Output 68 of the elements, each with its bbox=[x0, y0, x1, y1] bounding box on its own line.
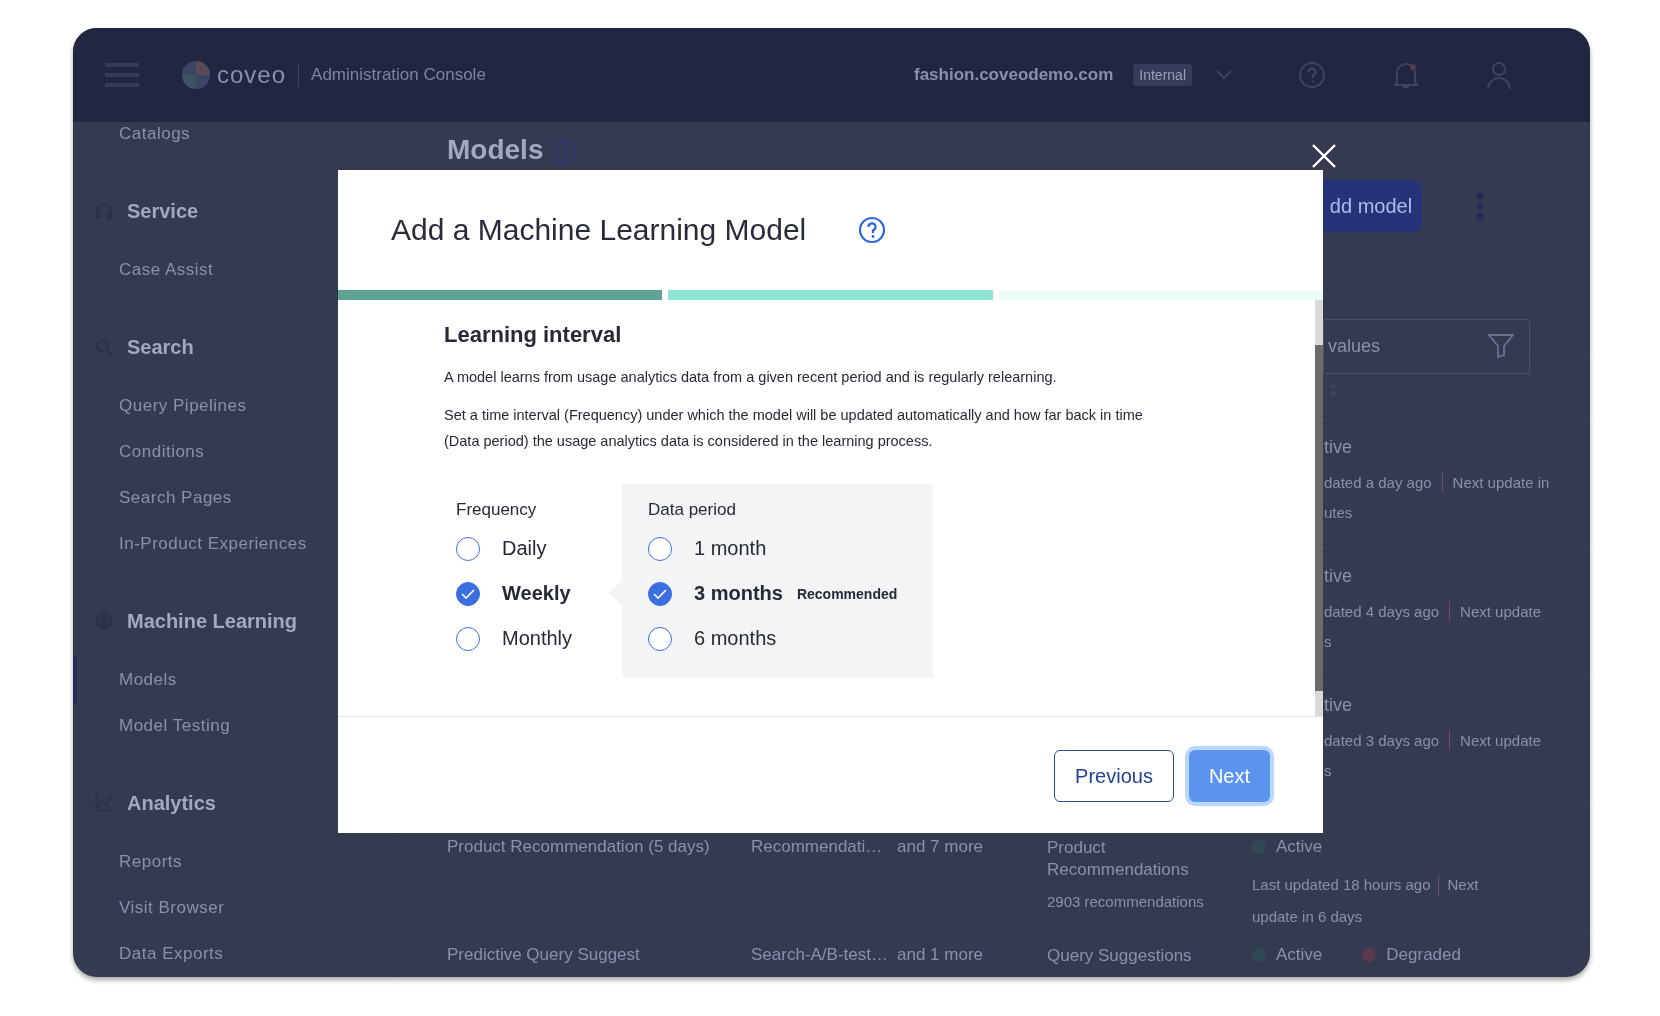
next-update-text: s bbox=[1324, 633, 1333, 650]
last-updated-text: dated a day ago bbox=[1324, 473, 1432, 491]
model-type: Product Recommendations bbox=[1047, 837, 1190, 881]
last-updated-text: dated 4 days ago bbox=[1324, 602, 1440, 620]
next-update-text: Next update in bbox=[1452, 473, 1550, 491]
model-tag: Search-A/B-test… bbox=[751, 945, 893, 967]
sidebar-section-title[interactable]: Service bbox=[127, 199, 199, 223]
more-tags-link[interactable]: and 1 more bbox=[897, 945, 1047, 967]
filter-field[interactable]: values bbox=[1323, 319, 1530, 374]
radio-button[interactable] bbox=[648, 581, 672, 606]
sidebar-section-title[interactable]: Search bbox=[127, 335, 194, 359]
page-title: Models bbox=[447, 134, 544, 166]
group-label: Data period bbox=[648, 499, 737, 521]
previous-button[interactable]: Previous bbox=[1054, 750, 1174, 802]
radio-button[interactable] bbox=[456, 626, 480, 651]
logo-icon bbox=[181, 60, 211, 90]
option-label[interactable]: 3 months bbox=[694, 582, 783, 605]
section-title: Learning interval bbox=[444, 322, 623, 348]
option-label[interactable]: 1 month bbox=[694, 537, 767, 560]
model-type-detail: 2903 recommendations bbox=[1047, 893, 1205, 910]
next-update-text: Next update bbox=[1460, 602, 1541, 620]
status-label: tive bbox=[1324, 694, 1353, 717]
sidebar-item[interactable]: Data Exports bbox=[73, 931, 394, 977]
description-text: Set a time interval (Frequency) under which the model will be updated automatically and how far back in time (Data period) the usage analytics data is considered in the learning process. bbox=[444, 406, 1144, 451]
status-label: tive bbox=[1324, 565, 1353, 588]
description-text: A model learns from usage analytics data from a given recent period and is regularly relearning. bbox=[444, 368, 1058, 387]
group-label: Frequency bbox=[456, 499, 538, 521]
filter-icon[interactable] bbox=[1488, 334, 1514, 358]
radio-button[interactable] bbox=[648, 536, 672, 561]
option-label[interactable]: 6 months bbox=[694, 627, 777, 650]
option-label[interactable]: Monthly bbox=[502, 627, 573, 650]
last-updated-text: dated 3 days ago bbox=[1324, 731, 1440, 749]
option-label[interactable]: Daily bbox=[502, 537, 547, 560]
sidebar-item[interactable]: Reports bbox=[73, 839, 394, 885]
next-update-text: s bbox=[1324, 762, 1333, 779]
modal-title: Add a Machine Learning Model bbox=[391, 213, 807, 247]
model-name[interactable]: Predictive Query Suggest bbox=[447, 945, 751, 967]
option-label[interactable]: Weekly bbox=[502, 582, 571, 605]
sidebar-item[interactable]: Visit Browser bbox=[73, 885, 394, 931]
sidebar-item[interactable]: Models bbox=[73, 657, 394, 703]
status-label: Degraded bbox=[1386, 945, 1461, 965]
console-title: Administration Console bbox=[311, 65, 486, 85]
brand-name: coveo bbox=[217, 61, 287, 89]
model-type: Query Suggestions bbox=[1047, 945, 1193, 967]
status-label: Active bbox=[1276, 945, 1323, 965]
radio-button[interactable] bbox=[456, 536, 480, 561]
scrollbar[interactable] bbox=[1315, 300, 1323, 716]
more-tags-link[interactable]: and 7 more bbox=[897, 837, 1047, 934]
update-info-text: Last updated 18 hours ago Next update in 6 days bbox=[1252, 875, 1480, 927]
sidebar-section-title[interactable]: Analytics bbox=[127, 791, 216, 815]
model-name[interactable]: Product Recommendation (5 days) bbox=[447, 837, 751, 934]
close-icon[interactable] bbox=[1311, 143, 1337, 169]
check-icon bbox=[653, 588, 667, 599]
org-badge: Internal bbox=[1133, 64, 1192, 86]
next-update-text: Next update bbox=[1460, 731, 1541, 749]
radio-button[interactable] bbox=[648, 626, 672, 651]
recommended-label: Recommended bbox=[796, 585, 898, 602]
sidebar-section-title[interactable]: Machine Learning bbox=[127, 609, 298, 633]
organization-name[interactable]: fashion.coveodemo.com bbox=[913, 65, 1114, 85]
next-update-text: utes bbox=[1324, 504, 1354, 521]
sidebar-item[interactable]: Catalogs bbox=[73, 122, 394, 157]
radio-button[interactable] bbox=[456, 581, 480, 606]
status-label: Active bbox=[1276, 837, 1323, 857]
model-tag: Recommendati… bbox=[751, 837, 893, 934]
add-model-button[interactable]: dd model bbox=[1320, 180, 1422, 232]
check-icon bbox=[461, 588, 475, 599]
status-label: tive bbox=[1324, 436, 1353, 459]
help-icon[interactable] bbox=[858, 216, 887, 244]
